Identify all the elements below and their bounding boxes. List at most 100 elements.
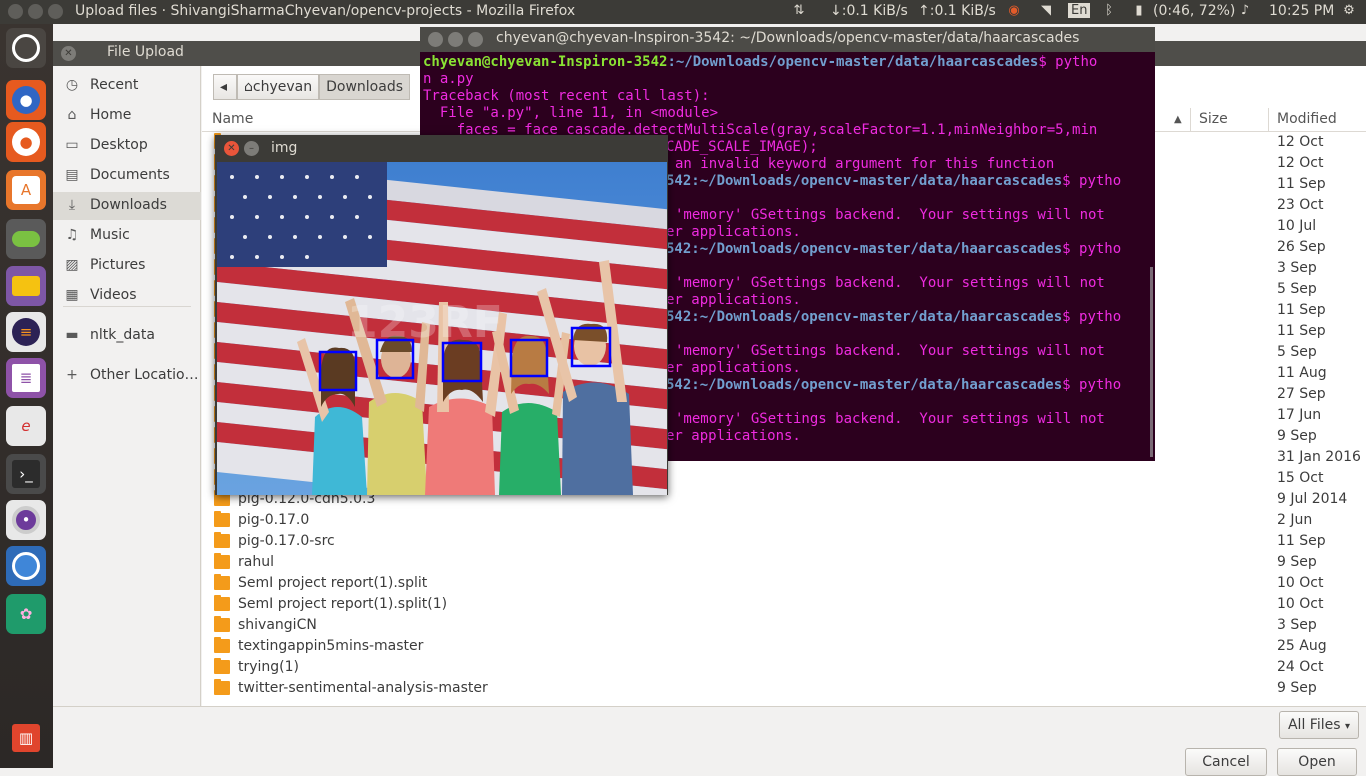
file-filter-dropdown[interactable]: All Files ▾ <box>1279 711 1359 739</box>
column-header-modified[interactable]: Modified <box>1277 111 1337 127</box>
sidebar-item-pictures[interactable]: ▨ Pictures <box>53 252 201 280</box>
terminal-line: n a.py <box>423 71 474 87</box>
sidebar-item-recent[interactable]: ◷ Recent <box>53 72 201 100</box>
settings-toggle-icon[interactable] <box>6 219 46 259</box>
file-row[interactable]: twitter-sentimental-analysis-master 9 Sep <box>202 678 1366 699</box>
path-button-home[interactable]: ⌂chyevan <box>237 74 320 100</box>
file-name: twitter-sentimental-analysis-master <box>238 680 488 696</box>
keyboard-layout-indicator[interactable]: En <box>1068 3 1091 18</box>
file-modified: 11 Sep <box>1277 302 1326 318</box>
file-row[interactable]: SemI project report(1).split(1) 10 Oct <box>202 594 1366 615</box>
sidebar-item-documents[interactable]: ▤ Documents <box>53 162 201 190</box>
img-window[interactable]: ✕ – img 123RF <box>215 135 668 495</box>
file-row[interactable]: shivangiCN 3 Sep <box>202 615 1366 636</box>
firefox-alt-icon[interactable]: ● <box>6 122 46 162</box>
trash-icon[interactable]: ▥ <box>6 718 46 758</box>
file-row[interactable]: SemI project report(1).split 10 Oct <box>202 573 1366 594</box>
flag-canton <box>217 162 387 267</box>
prompt-path: 542:~/Downloads/opencv-master/data/haarc… <box>666 309 1063 325</box>
prompt-path: 542:~/Downloads/opencv-master/data/haarc… <box>666 173 1063 189</box>
file-modified: 15 Oct <box>1277 470 1324 486</box>
disc-burner-icon[interactable]: • <box>6 500 46 540</box>
close-icon[interactable] <box>428 32 443 47</box>
volume-icon[interactable]: ♪ <box>1236 3 1254 21</box>
clock[interactable]: 10:25 PM <box>1269 3 1334 19</box>
terminal-scrollbar[interactable] <box>1150 267 1153 457</box>
home-icon: ⌂ <box>244 79 253 95</box>
file-modified: 11 Sep <box>1277 533 1326 549</box>
prompt-path: :~/Downloads/opencv-master/data/haarcasc… <box>667 54 1039 70</box>
file-modified: 25 Aug <box>1277 638 1327 654</box>
close-icon[interactable]: ✕ <box>224 141 239 156</box>
close-window-icon[interactable] <box>8 4 23 19</box>
power-gear-icon[interactable]: ⚙ <box>1340 3 1358 21</box>
system-settings-icon[interactable]: ✿ <box>6 594 46 634</box>
prompt-path: 542:~/Downloads/opencv-master/data/haarc… <box>666 377 1063 393</box>
ubuntu-dash-icon[interactable] <box>6 28 46 68</box>
sidebar-item-downloads[interactable]: ⤓ Downloads <box>53 192 201 220</box>
firefox-icon[interactable]: ● <box>6 80 46 120</box>
sidebar-item-label: Home <box>90 107 132 123</box>
sidebar-separator <box>63 306 191 307</box>
dialog-action-area: All Files ▾ Cancel Open <box>53 706 1366 776</box>
text-editor-icon[interactable]: ≣ <box>6 358 46 398</box>
file-row[interactable]: pig-0.17.0 2 Jun <box>202 510 1366 531</box>
battery-icon[interactable]: ▮ <box>1130 3 1148 21</box>
prompt-command: $ pytho <box>1062 309 1122 325</box>
path-button-downloads[interactable]: Downloads <box>319 74 410 100</box>
terminal-icon[interactable]: ›_ <box>6 454 46 494</box>
prompt-command: $ pytho <box>1062 377 1122 393</box>
sidebar-item-label: nltk_data <box>90 327 155 343</box>
software-center-icon[interactable]: A <box>6 170 46 210</box>
file-modified: 11 Sep <box>1277 176 1326 192</box>
file-row[interactable]: pig-0.17.0-src 11 Sep <box>202 531 1366 552</box>
terminal-line: Traceback (most recent call last): <box>423 88 710 104</box>
file-name: SemI project report(1).split <box>238 575 428 591</box>
active-window-title: Upload files · ShivangiSharmaChyevan/ope… <box>75 3 576 19</box>
bluetooth-icon[interactable]: ᛒ <box>1100 3 1118 21</box>
file-modified: 3 Sep <box>1277 260 1317 276</box>
editor-e-icon[interactable]: e <box>6 406 46 446</box>
file-dialog-title: File Upload <box>107 44 184 60</box>
update-indicator-icon[interactable]: ◉ <box>1005 3 1023 21</box>
file-name: trying(1) <box>238 659 300 675</box>
file-modified: 12 Oct <box>1277 134 1324 150</box>
network-transfer-icon[interactable]: ⇅ <box>790 3 808 21</box>
close-icon[interactable]: ✕ <box>61 46 76 61</box>
minimize-icon[interactable] <box>448 32 463 47</box>
desktop-icon: ▭ <box>65 137 79 153</box>
folder-icon <box>214 574 230 590</box>
file-modified: 5 Sep <box>1277 281 1317 297</box>
prompt-command: $ pytho <box>1062 173 1122 189</box>
cancel-button[interactable]: Cancel <box>1185 748 1267 776</box>
file-row[interactable]: trying(1) 24 Oct <box>202 657 1366 678</box>
chevron-down-icon: ▾ <box>1344 721 1350 732</box>
open-button[interactable]: Open <box>1277 748 1357 776</box>
sidebar-item-other-locations[interactable]: + Other Locatio… <box>53 362 201 390</box>
chromium-icon[interactable] <box>6 546 46 586</box>
terminal-line: chyevan@chyevan-Inspiron-3542:~/Download… <box>423 54 1148 71</box>
eclipse-icon[interactable]: ≡ <box>6 312 46 352</box>
files-icon[interactable] <box>6 266 46 306</box>
file-row[interactable]: textingappin5mins-master 25 Aug <box>202 636 1366 657</box>
file-row[interactable]: rahul 9 Sep <box>202 552 1366 573</box>
path-back-icon[interactable]: ◂ <box>213 74 237 100</box>
battery-status[interactable]: (0:46, 72%) <box>1153 3 1235 19</box>
terminal-titlebar: chyevan@chyevan-Inspiron-3542: ~/Downloa… <box>420 27 1155 52</box>
maximize-window-icon[interactable] <box>48 4 63 19</box>
maximize-icon[interactable] <box>468 32 483 47</box>
folder-icon <box>214 553 230 569</box>
sidebar-item-desktop[interactable]: ▭ Desktop <box>53 132 201 160</box>
file-modified: 17 Jun <box>1277 407 1322 423</box>
minimize-window-icon[interactable] <box>28 4 43 19</box>
wifi-icon[interactable]: ◥ <box>1037 3 1055 21</box>
sidebar-item-music[interactable]: ♫ Music <box>53 222 201 250</box>
sidebar-item-home[interactable]: ⌂ Home <box>53 102 201 130</box>
filter-label: All Files <box>1287 717 1341 733</box>
sidebar-item-nltk-data[interactable]: ▬ nltk_data <box>53 322 201 350</box>
minimize-icon[interactable]: – <box>244 141 259 156</box>
file-modified: 23 Oct <box>1277 197 1324 213</box>
column-header-size[interactable]: Size <box>1199 111 1228 127</box>
column-header-name[interactable]: Name <box>212 111 253 127</box>
sidebar-item-label: Music <box>90 227 130 243</box>
